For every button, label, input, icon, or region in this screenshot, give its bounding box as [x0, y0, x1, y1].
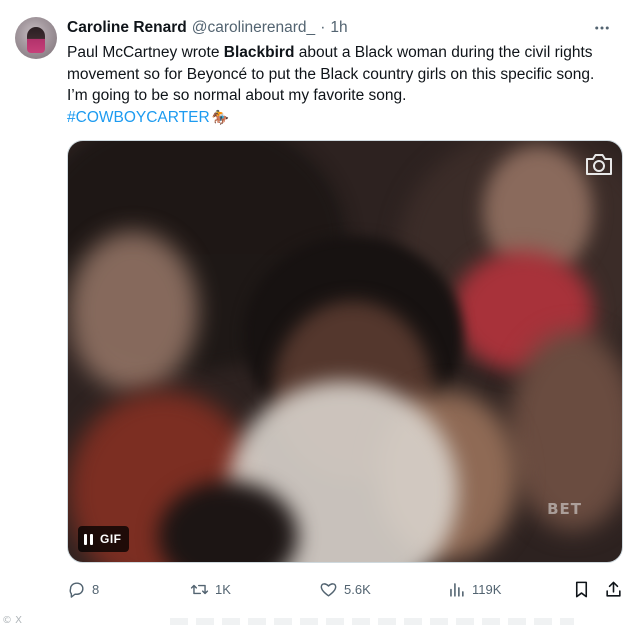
share-icon	[606, 581, 621, 597]
action-bar: 8 1K 5.6K 119K	[67, 578, 623, 600]
tweet-text-bold: Blackbird	[223, 44, 295, 61]
author-name[interactable]: Caroline Renard	[67, 19, 187, 37]
hashtag-link[interactable]: #COWBOYCARTER	[67, 109, 210, 126]
retweet-count: 1K	[215, 581, 231, 597]
author-handle[interactable]: @carolinerenard_	[192, 19, 315, 37]
views-count: 119K	[472, 581, 502, 597]
heart-icon	[320, 582, 337, 597]
tweet-text-part1: Paul McCartney wrote	[67, 44, 224, 61]
gif-frame	[68, 141, 622, 562]
reply-icon	[69, 581, 84, 598]
bookmark-icon	[575, 581, 588, 597]
views-button[interactable]: 119K	[447, 580, 501, 599]
gif-label: GIF	[100, 532, 122, 546]
gif-media[interactable]: BET GIF	[67, 140, 623, 563]
post-time[interactable]: 1h	[330, 19, 347, 37]
bookmark-button[interactable]	[572, 580, 591, 599]
image-credit: © X	[2, 615, 23, 626]
retweet-button[interactable]: 1K	[190, 580, 231, 599]
views-icon	[450, 582, 464, 597]
horse-emoji: 🏇	[211, 108, 230, 125]
like-count: 5.6K	[344, 581, 371, 597]
separator-dot: ·	[320, 19, 326, 36]
video-watermark: BET	[547, 500, 582, 518]
pause-icon[interactable]	[84, 533, 93, 545]
avatar[interactable]	[15, 17, 57, 59]
gif-badge[interactable]: GIF	[78, 526, 129, 552]
divider	[170, 618, 574, 625]
like-button[interactable]: 5.6K	[319, 580, 371, 599]
retweet-icon	[190, 584, 209, 594]
camera-icon[interactable]	[584, 151, 614, 177]
tweet-text: Paul McCartney wrote Blackbird about a B…	[67, 42, 617, 128]
tweet: Caroline Renard @carolinerenard_ · 1h Pa…	[0, 0, 634, 628]
tweet-header: Caroline Renard @carolinerenard_ · 1h	[67, 17, 614, 39]
more-dots-icon[interactable]	[590, 17, 614, 39]
reply-count: 8	[92, 581, 100, 597]
reply-button[interactable]: 8	[67, 580, 99, 599]
share-button[interactable]	[604, 580, 623, 599]
